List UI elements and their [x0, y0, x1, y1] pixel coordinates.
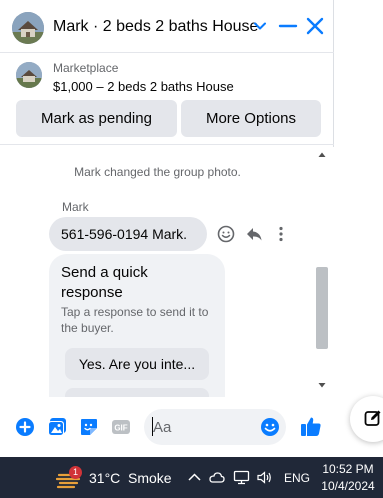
input-language[interactable]: ENG — [284, 471, 310, 485]
text-caret — [152, 417, 153, 436]
quick-response-card: Send a quick response Tap a response to … — [49, 254, 225, 397]
photo-icon[interactable] — [47, 417, 67, 437]
gif-icon-label: GIF — [114, 424, 127, 433]
listing-price-title[interactable]: $1,000 – 2 beds 2 baths House — [53, 79, 234, 94]
quick-response-option[interactable]: Yes. Are you inte... — [65, 348, 209, 380]
marketplace-listing-bar: Marketplace $1,000 – 2 beds 2 baths Hous… — [0, 53, 334, 145]
tray-overflow-chevron-up-icon[interactable] — [186, 469, 203, 486]
quick-response-option[interactable] — [65, 388, 209, 397]
message-composer: GIF Aa — [0, 397, 334, 455]
temperature[interactable]: 31°C — [89, 470, 120, 486]
message-list: Mark changed the group photo. Mark 561-5… — [0, 147, 334, 397]
scroll-down-arrow-icon[interactable] — [318, 381, 326, 389]
react-emoji-icon[interactable] — [217, 225, 235, 243]
compose-icon — [364, 410, 381, 426]
chat-title[interactable]: Mark · 2 beds 2 baths House — [53, 18, 258, 36]
chevron-down-icon[interactable] — [252, 18, 268, 34]
clock-time[interactable]: 10:52 PM — [320, 462, 376, 477]
quick-response-title: Send a quick response — [61, 264, 148, 301]
scroll-up-arrow-icon[interactable] — [318, 151, 326, 159]
reply-icon[interactable] — [245, 225, 263, 243]
mark-as-pending-button[interactable]: Mark as pending — [16, 100, 177, 137]
listing-source: Marketplace — [53, 61, 119, 75]
minimize-icon[interactable] — [277, 13, 299, 39]
clock-date[interactable]: 10/4/2024 — [320, 479, 376, 494]
gif-icon[interactable]: GIF — [111, 417, 131, 437]
cloud-sync-icon[interactable] — [208, 469, 225, 486]
chat-header: Mark · 2 beds 2 baths House — [0, 0, 334, 53]
emoji-icon[interactable] — [260, 417, 280, 437]
more-options-button[interactable]: More Options — [181, 100, 321, 137]
listing-thumbnail[interactable] — [16, 62, 42, 88]
thumbs-up-icon[interactable] — [300, 415, 322, 437]
windows-taskbar: 1 31°C Smoke ENG 10:52 PM 10/4/2024 — [0, 457, 383, 498]
close-icon[interactable] — [304, 14, 326, 38]
more-actions-icon[interactable] — [272, 225, 290, 243]
scrollbar-thumb[interactable] — [316, 267, 328, 349]
sender-name: Mark — [62, 200, 89, 214]
sticker-icon[interactable] — [79, 417, 99, 437]
weather-alert-badge: 1 — [69, 466, 82, 479]
message-scrollbar[interactable] — [315, 147, 329, 397]
chat-window: Mark · 2 beds 2 baths House Marketplace … — [0, 0, 334, 455]
message-input[interactable]: Aa — [144, 409, 286, 445]
new-message-button[interactable] — [350, 396, 383, 442]
message-bubble[interactable]: 561-596-0194 Mark. — [49, 217, 207, 251]
volume-icon[interactable] — [256, 469, 273, 486]
add-plus-icon[interactable] — [15, 417, 35, 437]
avatar[interactable] — [12, 12, 44, 44]
message-input-placeholder: Aa — [153, 419, 172, 436]
system-message: Mark changed the group photo. — [74, 165, 241, 179]
network-icon[interactable] — [233, 469, 250, 486]
quick-response-subtitle: Tap a response to send it to the buyer. — [61, 305, 209, 335]
weather-condition[interactable]: Smoke — [128, 470, 172, 486]
